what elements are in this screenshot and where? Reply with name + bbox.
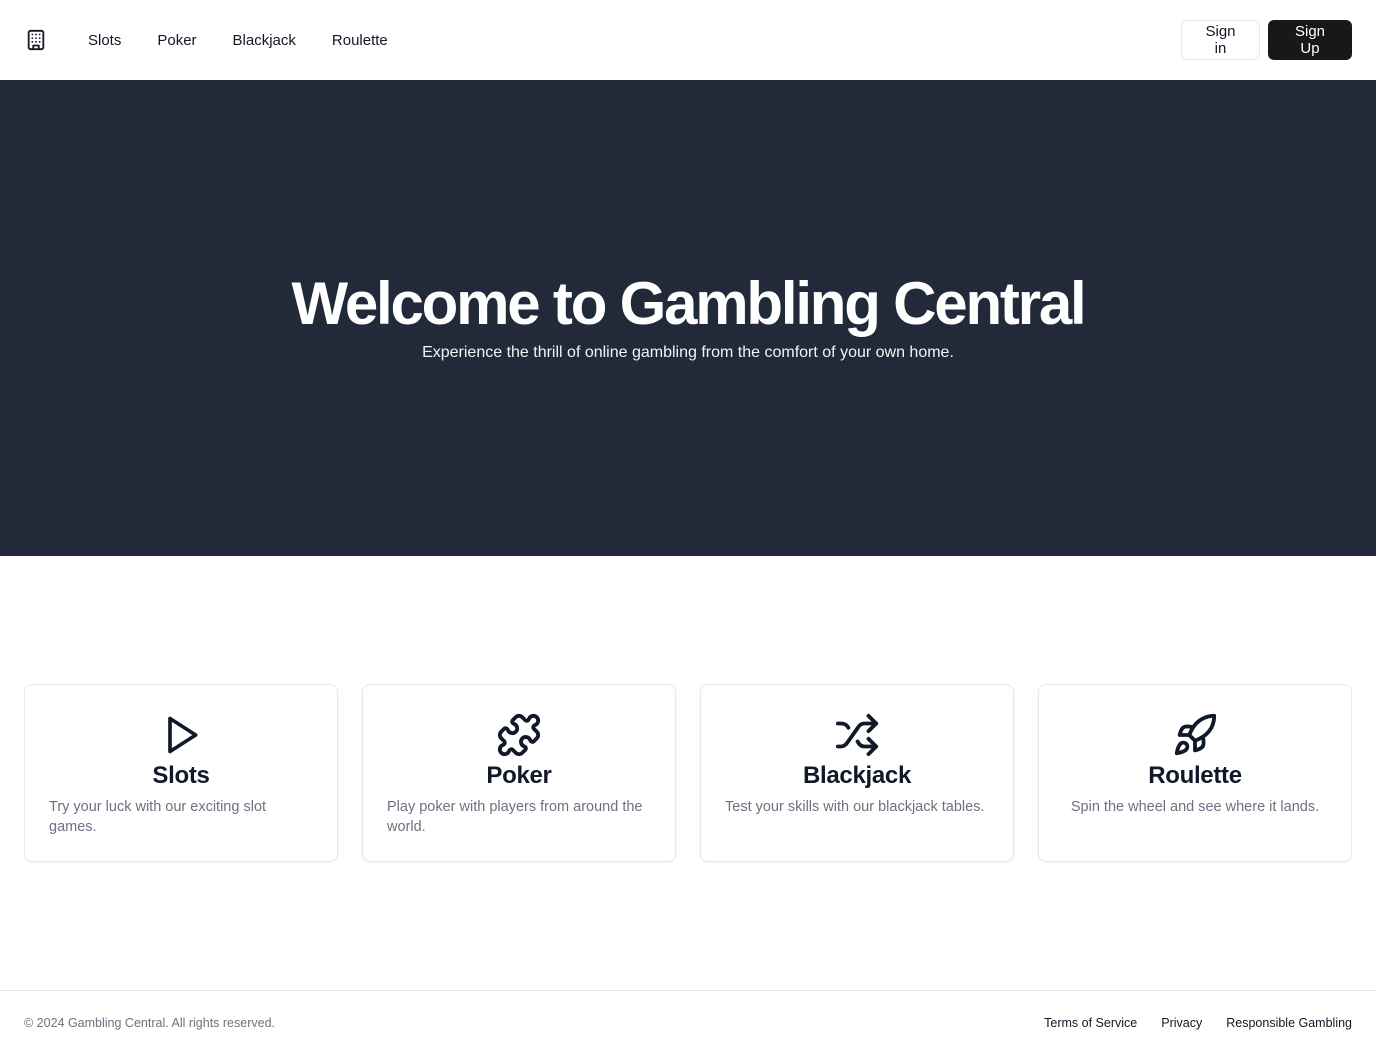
hero-section: Welcome to Gambling Central Experience t… bbox=[0, 80, 1376, 556]
card-title: Slots bbox=[152, 762, 210, 789]
card-description: Play poker with players from around the … bbox=[387, 799, 643, 836]
rocket-icon bbox=[1171, 711, 1219, 759]
card-title: Blackjack bbox=[802, 762, 912, 789]
card-title: Roulette bbox=[1148, 762, 1242, 789]
card-slots[interactable]: Slots Try your luck with our exciting sl… bbox=[24, 684, 338, 862]
game-cards: Slots Try your luck with our exciting sl… bbox=[24, 684, 1352, 862]
footer-link-responsible-gambling[interactable]: Responsible Gambling bbox=[1226, 1016, 1352, 1030]
site-footer: © 2024 Gambling Central. All rights rese… bbox=[0, 990, 1376, 1055]
auth-buttons: Sign in Sign Up bbox=[1181, 20, 1352, 60]
hero-title: Welcome to Gambling Central bbox=[291, 270, 1087, 337]
card-poker[interactable]: Poker Play poker with players from aroun… bbox=[362, 684, 676, 862]
nav-link-poker[interactable]: Poker bbox=[157, 32, 196, 49]
card-description: Spin the wheel and see where it lands. bbox=[1070, 799, 1320, 816]
nav-link-slots[interactable]: Slots bbox=[88, 32, 121, 49]
card-blackjack[interactable]: Blackjack Test your skills with our blac… bbox=[700, 684, 1014, 862]
sign-up-button[interactable]: Sign Up bbox=[1268, 20, 1352, 60]
play-icon bbox=[157, 711, 205, 759]
hero-subtitle: Experience the thrill of online gambling… bbox=[422, 344, 954, 361]
copyright-text: © 2024 Gambling Central. All rights rese… bbox=[24, 1016, 275, 1030]
card-roulette[interactable]: Roulette Spin the wheel and see where it… bbox=[1038, 684, 1352, 862]
footer-link-terms[interactable]: Terms of Service bbox=[1044, 1016, 1137, 1030]
card-description: Try your luck with our exciting slot gam… bbox=[49, 799, 267, 836]
footer-links: Terms of Service Privacy Responsible Gam… bbox=[1044, 1016, 1352, 1030]
footer-link-privacy[interactable]: Privacy bbox=[1161, 1016, 1202, 1030]
building-icon[interactable] bbox=[24, 28, 48, 52]
card-title: Poker bbox=[486, 762, 552, 789]
puzzle-icon bbox=[495, 711, 543, 759]
nav-link-blackjack[interactable]: Blackjack bbox=[233, 32, 296, 49]
site-header: Slots Poker Blackjack Roulette Sign in S… bbox=[0, 0, 1376, 80]
card-description: Test your skills with our blackjack tabl… bbox=[725, 799, 985, 816]
sign-in-button[interactable]: Sign in bbox=[1181, 20, 1260, 60]
nav-link-roulette[interactable]: Roulette bbox=[332, 32, 388, 49]
shuffle-icon bbox=[833, 711, 881, 759]
main-nav: Slots Poker Blackjack Roulette bbox=[88, 32, 424, 49]
